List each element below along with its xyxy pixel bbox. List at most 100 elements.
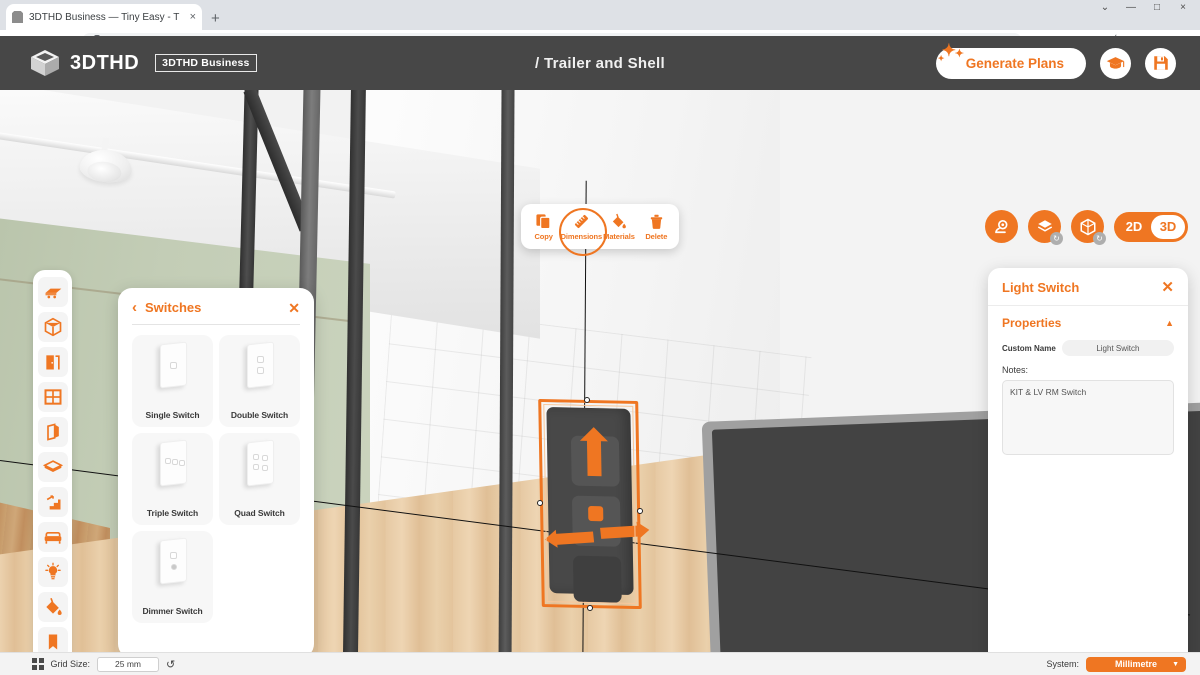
chevron-up-icon[interactable]: ▲ bbox=[1165, 318, 1174, 328]
delete-tool-label: Delete bbox=[645, 231, 668, 241]
chevron-down-icon: ▼ bbox=[1172, 660, 1179, 668]
sidebar-item-shell[interactable] bbox=[37, 311, 68, 342]
window-icon bbox=[44, 388, 61, 405]
sidebar-item-doors[interactable] bbox=[37, 346, 68, 377]
view-controls: ↻ ↻ 2D 3D bbox=[985, 210, 1188, 245]
library-panel-title: Switches bbox=[145, 300, 202, 315]
delete-tool[interactable]: Delete bbox=[638, 213, 675, 241]
switches-library-panel: ‹ Switches ✕ Single Switch Double Switch… bbox=[118, 288, 314, 652]
favicon-icon bbox=[12, 11, 23, 23]
sidebar-item-windows[interactable] bbox=[37, 381, 68, 412]
grid-icon bbox=[32, 658, 44, 670]
list-item-label: Single Switch bbox=[145, 410, 200, 420]
save-button[interactable] bbox=[1145, 47, 1176, 79]
orbit-icon bbox=[994, 219, 1007, 233]
dimension-toggle[interactable]: 2D 3D bbox=[1114, 211, 1188, 242]
switch-items-grid: Single Switch Double Switch Triple Switc… bbox=[132, 335, 300, 623]
box-view-icon bbox=[1080, 218, 1095, 235]
sidebar-item-trailer[interactable] bbox=[37, 276, 68, 307]
section-view-icon bbox=[1037, 219, 1052, 232]
copy-tool-label: Copy bbox=[534, 231, 553, 241]
window-controls: ⌄ — □ × bbox=[1092, 2, 1196, 13]
tutorial-button[interactable] bbox=[1100, 47, 1131, 79]
tab-close-icon[interactable]: × bbox=[190, 11, 196, 23]
orbit-view-button[interactable] bbox=[985, 210, 1018, 243]
window-minimize-button[interactable]: — bbox=[1118, 2, 1144, 13]
grid-size-label: Grid Size: bbox=[50, 659, 91, 669]
sidebar-item-furniture[interactable] bbox=[37, 521, 68, 552]
back-chevron-icon[interactable]: ‹ bbox=[132, 300, 137, 315]
sidebar-item-materials[interactable] bbox=[37, 591, 68, 622]
sparkle-icon-small: ✦ bbox=[954, 47, 964, 60]
window-close-button[interactable]: × bbox=[1170, 2, 1196, 13]
wall-icon bbox=[46, 422, 59, 441]
notes-label: Notes: bbox=[1002, 365, 1029, 375]
library-panel-header: ‹ Switches ✕ bbox=[132, 300, 300, 315]
double-switch-thumbnail bbox=[244, 341, 276, 391]
refresh-badge-icon: ↻ bbox=[1050, 232, 1063, 245]
list-item-label: Quad Switch bbox=[234, 508, 285, 518]
trailer-icon bbox=[45, 288, 61, 298]
selected-light-switch[interactable] bbox=[537, 397, 643, 611]
selection-handle-top[interactable] bbox=[584, 397, 590, 403]
sofa-icon bbox=[44, 531, 61, 544]
sidebar-item-walls[interactable] bbox=[37, 416, 68, 447]
3d-viewport[interactable]: Copy Dimensions Materials Delete ↻ ↻ 2D … bbox=[0, 90, 1200, 652]
door-icon bbox=[45, 354, 60, 369]
list-item[interactable]: Quad Switch bbox=[219, 433, 300, 525]
grid-size-input[interactable] bbox=[97, 656, 160, 672]
window-chevron-icon[interactable]: ⌄ bbox=[1092, 2, 1118, 13]
grid-size-control: Grid Size: ↺ bbox=[32, 656, 175, 672]
system-value: Millimetre bbox=[1114, 659, 1157, 669]
header-actions: ✦ ✦ ✦ Generate Plans bbox=[935, 41, 1176, 79]
sidebar-item-stairs[interactable] bbox=[37, 486, 68, 517]
properties-panel-body: Properties ▲ Custom Name Notes: bbox=[988, 306, 1188, 470]
dimensions-tool[interactable]: Dimensions bbox=[559, 207, 608, 256]
sidebar-item-bookmarks[interactable] bbox=[37, 626, 68, 652]
floor-slab-icon bbox=[42, 459, 63, 472]
reset-icon[interactable]: ↺ bbox=[166, 658, 175, 671]
paint-bucket-icon bbox=[613, 213, 627, 228]
list-item[interactable]: Double Switch bbox=[219, 335, 300, 427]
selection-handle-left[interactable] bbox=[537, 500, 543, 506]
tool-rail bbox=[33, 270, 72, 652]
materials-tool-label: Materials bbox=[603, 231, 635, 241]
browser-tab-strip: 3DTHD Business — Tiny Easy - T × + ⌄ — □… bbox=[0, 0, 1200, 30]
refresh-badge-icon: ↻ bbox=[1093, 232, 1106, 245]
window-maximize-button[interactable]: □ bbox=[1144, 2, 1170, 13]
selection-handle-right[interactable] bbox=[637, 508, 643, 514]
list-item[interactable]: Dimmer Switch bbox=[132, 531, 213, 623]
custom-name-input[interactable] bbox=[1061, 340, 1174, 356]
status-bar: Grid Size: ↺ System: Millimetre ▼ bbox=[0, 652, 1200, 675]
object-context-toolbar: Copy Dimensions Materials Delete bbox=[521, 204, 679, 256]
notes-textarea[interactable] bbox=[1002, 380, 1174, 455]
sidebar-item-electrical[interactable] bbox=[37, 556, 68, 587]
custom-name-label: Custom Name bbox=[1002, 343, 1056, 353]
materials-tool[interactable]: Materials bbox=[600, 213, 637, 241]
properties-panel-title: Light Switch bbox=[1002, 280, 1080, 295]
list-item[interactable]: Single Switch bbox=[132, 335, 213, 427]
browser-tab[interactable]: 3DTHD Business — Tiny Easy - T × bbox=[6, 4, 202, 30]
new-tab-button[interactable]: + bbox=[211, 11, 220, 30]
generate-plans-label: Generate Plans bbox=[965, 55, 1064, 71]
stairs-icon bbox=[45, 494, 60, 509]
perspective-view-button[interactable]: ↻ bbox=[1071, 210, 1106, 245]
selection-handle-bottom[interactable] bbox=[587, 605, 593, 611]
system-label: System: bbox=[1046, 659, 1079, 669]
copy-tool[interactable]: Copy bbox=[525, 213, 562, 241]
close-icon[interactable]: ✕ bbox=[288, 301, 300, 315]
list-item[interactable]: Triple Switch bbox=[132, 433, 213, 525]
selection-box bbox=[538, 398, 642, 610]
properties-section-toggle[interactable]: Properties ▲ bbox=[1002, 316, 1174, 330]
sidebar-item-floors[interactable] bbox=[37, 451, 68, 482]
close-icon[interactable]: ✕ bbox=[1161, 280, 1174, 295]
toggle-3d[interactable]: 3D bbox=[1151, 214, 1185, 239]
quad-switch-thumbnail bbox=[244, 439, 276, 489]
system-dropdown[interactable]: Millimetre ▼ bbox=[1086, 656, 1186, 672]
trash-icon bbox=[650, 214, 662, 229]
toggle-2d[interactable]: 2D bbox=[1117, 215, 1151, 239]
section-view-button[interactable]: ↻ bbox=[1028, 210, 1063, 245]
app-header: 3DTHD 3DTHD Business / Trailer and Shell… bbox=[0, 36, 1200, 90]
generate-plans-button[interactable]: ✦ ✦ ✦ Generate Plans bbox=[935, 41, 1086, 79]
properties-panel-header: Light Switch ✕ bbox=[988, 268, 1188, 306]
